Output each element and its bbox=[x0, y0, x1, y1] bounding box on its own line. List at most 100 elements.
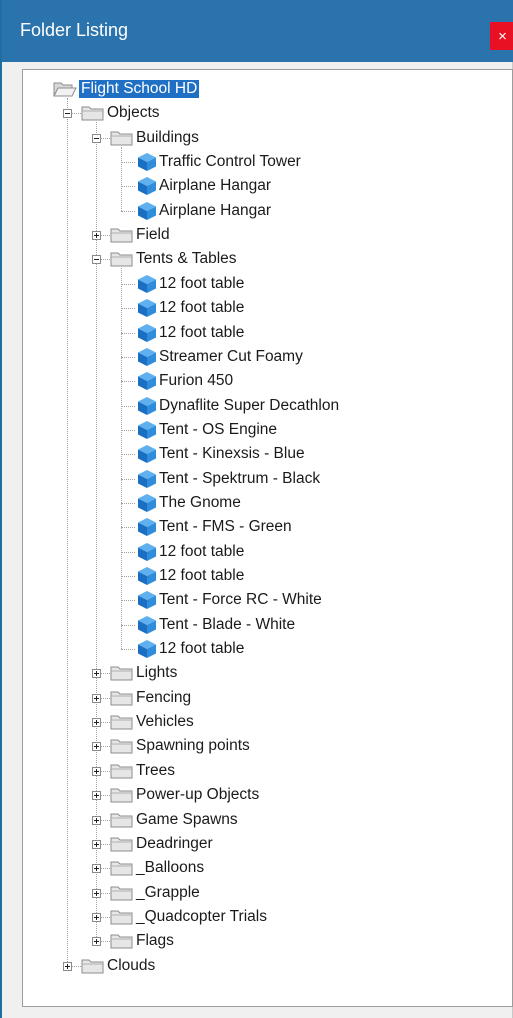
tree-item-folder[interactable]: Fencing bbox=[136, 686, 191, 710]
close-icon: × bbox=[498, 27, 507, 45]
plus-box-icon[interactable] bbox=[92, 766, 101, 776]
plus-box-icon[interactable] bbox=[92, 815, 101, 825]
tree-item-object[interactable]: Dynaflite Super Decathlon bbox=[159, 394, 339, 418]
tree-item-label: 12 foot table bbox=[159, 640, 245, 658]
tree-item-folder[interactable]: Lights bbox=[136, 661, 177, 685]
tree-item-folder[interactable]: Game Spawns bbox=[136, 808, 238, 832]
tree-item-label: Airplane Hangar bbox=[159, 201, 272, 219]
tree-item-label: Clouds bbox=[107, 956, 156, 974]
tree-connector bbox=[121, 308, 135, 310]
plus-box-icon[interactable] bbox=[92, 888, 101, 898]
tree-item-folder[interactable]: _Quadcopter Trials bbox=[136, 905, 267, 929]
title-bar[interactable]: Folder Listing × bbox=[2, 0, 513, 62]
tree-item-object[interactable]: 12 foot table bbox=[159, 272, 244, 296]
tree-item-object[interactable]: Tent - OS Engine bbox=[159, 418, 277, 442]
tree-connector bbox=[121, 502, 135, 504]
window-title: Folder Listing bbox=[20, 20, 129, 40]
tree-item-object[interactable]: Tent - FMS - Green bbox=[159, 515, 292, 539]
folder-icon bbox=[110, 713, 134, 736]
tree-item-folder[interactable]: _Grapple bbox=[136, 881, 200, 905]
close-button[interactable]: × bbox=[490, 22, 513, 50]
tree-item-object[interactable]: Furion 450 bbox=[159, 369, 233, 393]
plus-box-icon[interactable] bbox=[92, 231, 101, 241]
plus-box-icon[interactable] bbox=[92, 693, 101, 703]
minus-box-icon[interactable] bbox=[92, 255, 101, 265]
cube-icon bbox=[137, 420, 157, 445]
tree-item-label: Tent - Spektrum - Black bbox=[159, 469, 321, 487]
tree-item-folder[interactable]: Trees bbox=[136, 759, 175, 783]
tree-item-folder[interactable]: Tents & Tables bbox=[136, 247, 237, 271]
tree-item-label: Furion 450 bbox=[159, 372, 234, 390]
tree-item-label: Game Spawns bbox=[136, 810, 238, 828]
open-folder-icon bbox=[53, 80, 77, 103]
cube-icon bbox=[137, 152, 157, 177]
cube-icon bbox=[137, 323, 157, 348]
tree-item-folder[interactable]: Power-up Objects bbox=[136, 783, 259, 807]
tree-item-label: 12 foot table bbox=[159, 299, 245, 317]
tree-item-object[interactable]: Airplane Hangar bbox=[159, 174, 271, 198]
tree-item-folder[interactable]: Spawning points bbox=[136, 734, 250, 758]
plus-box-icon[interactable] bbox=[92, 937, 101, 947]
tree-connector bbox=[121, 624, 135, 626]
tree-connector bbox=[121, 454, 135, 456]
tree-item-folder[interactable]: Buildings bbox=[136, 126, 199, 150]
plus-box-icon[interactable] bbox=[92, 864, 101, 874]
tree-item-object[interactable]: Airplane Hangar bbox=[159, 199, 271, 223]
plus-box-icon[interactable] bbox=[92, 791, 101, 801]
folder-icon bbox=[110, 762, 134, 785]
tree-item-object[interactable]: Streamer Cut Foamy bbox=[159, 345, 303, 369]
tree-item-object[interactable]: Tent - Force RC - White bbox=[159, 588, 322, 612]
plus-box-icon[interactable] bbox=[92, 742, 101, 752]
tree-connector bbox=[121, 186, 135, 188]
cube-icon bbox=[137, 347, 157, 372]
cube-icon bbox=[137, 542, 157, 567]
tree-item-label: _Quadcopter Trials bbox=[136, 907, 267, 925]
tree-item-folder[interactable]: Flags bbox=[136, 929, 174, 953]
tree-item-object[interactable]: Traffic Control Tower bbox=[159, 150, 301, 174]
tree-item-object[interactable]: Tent - Spektrum - Black bbox=[159, 467, 320, 491]
tree-item-label: Field bbox=[136, 226, 170, 244]
tree-item-object[interactable]: 12 foot table bbox=[159, 296, 244, 320]
tree-item-label: The Gnome bbox=[159, 493, 241, 511]
plus-box-icon[interactable] bbox=[92, 669, 101, 679]
folder-icon bbox=[110, 664, 134, 687]
tree-item-object[interactable]: 12 foot table bbox=[159, 637, 244, 661]
minus-box-icon[interactable] bbox=[63, 109, 72, 119]
tree-item-object[interactable]: Tent - Kinexsis - Blue bbox=[159, 442, 305, 466]
tree-item-folder[interactable]: Vehicles bbox=[136, 710, 194, 734]
tree-item-folder[interactable]: Objects bbox=[107, 101, 160, 125]
tree-item-folder[interactable]: Flight School HD bbox=[79, 77, 200, 101]
tree-item-folder[interactable]: Field bbox=[136, 223, 170, 247]
tree-item-object[interactable]: 12 foot table bbox=[159, 564, 244, 588]
cube-icon bbox=[137, 639, 157, 664]
tree-item-label: Trees bbox=[136, 761, 176, 779]
tree-item-object[interactable]: 12 foot table bbox=[159, 321, 244, 345]
cube-icon bbox=[137, 517, 157, 542]
minus-box-icon[interactable] bbox=[92, 133, 101, 143]
plus-box-icon[interactable] bbox=[92, 912, 101, 922]
folder-listing-window: Folder Listing × Flight School HD Objects… bbox=[0, 0, 513, 1018]
tree-item-label: Spawning points bbox=[136, 737, 250, 755]
cube-icon bbox=[137, 444, 157, 469]
tree-item-folder[interactable]: _Balloons bbox=[136, 856, 204, 880]
tree-item-folder[interactable]: Clouds bbox=[107, 954, 155, 978]
folder-icon bbox=[110, 129, 134, 152]
tree-item-object[interactable]: The Gnome bbox=[159, 491, 241, 515]
folder-icon bbox=[110, 811, 134, 834]
tree-item-object[interactable]: Tent - Blade - White bbox=[159, 613, 295, 637]
folder-tree[interactable]: Flight School HD Objects Buildings Traffic … bbox=[22, 69, 513, 1007]
tree-item-label: Power-up Objects bbox=[136, 786, 260, 804]
tree-connector bbox=[121, 146, 122, 211]
tree-item-label: 12 foot table bbox=[159, 567, 245, 584]
tree-item-label: 12 foot table bbox=[159, 542, 245, 560]
plus-box-icon[interactable] bbox=[63, 961, 72, 971]
cube-icon bbox=[137, 615, 157, 640]
tree-item-label: Lights bbox=[136, 664, 178, 682]
folder-icon bbox=[110, 908, 134, 931]
plus-box-icon[interactable] bbox=[92, 839, 101, 849]
plus-box-icon[interactable] bbox=[92, 718, 101, 728]
folder-icon bbox=[110, 835, 134, 858]
tree-item-label: Airplane Hangar bbox=[159, 177, 272, 195]
tree-item-object[interactable]: 12 foot table bbox=[159, 540, 244, 564]
tree-item-folder[interactable]: Deadringer bbox=[136, 832, 213, 856]
